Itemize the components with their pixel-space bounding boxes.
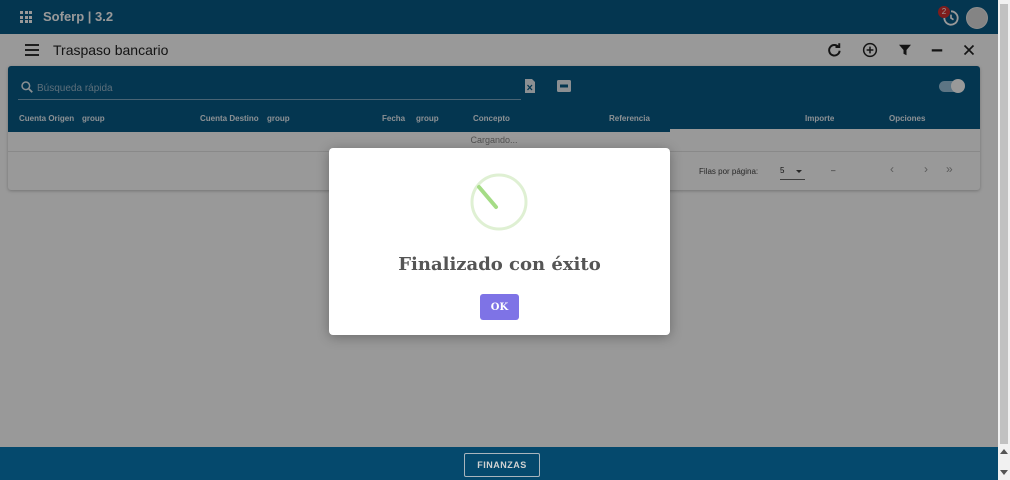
scrollbar-thumb[interactable] [1000,4,1008,444]
ok-button[interactable]: OK [480,294,519,320]
scroll-up-icon[interactable] [1000,449,1008,454]
dialog-title: Finalizado con éxito [398,254,601,275]
finanzas-module-button[interactable]: FINANZAS [464,453,540,477]
success-dialog: Finalizado con éxito OK [329,148,670,335]
success-spinner-icon [470,173,528,231]
module-bar: FINANZAS [0,447,998,480]
scroll-down-icon[interactable] [1000,470,1008,475]
page-scrollbar[interactable] [998,0,1010,480]
